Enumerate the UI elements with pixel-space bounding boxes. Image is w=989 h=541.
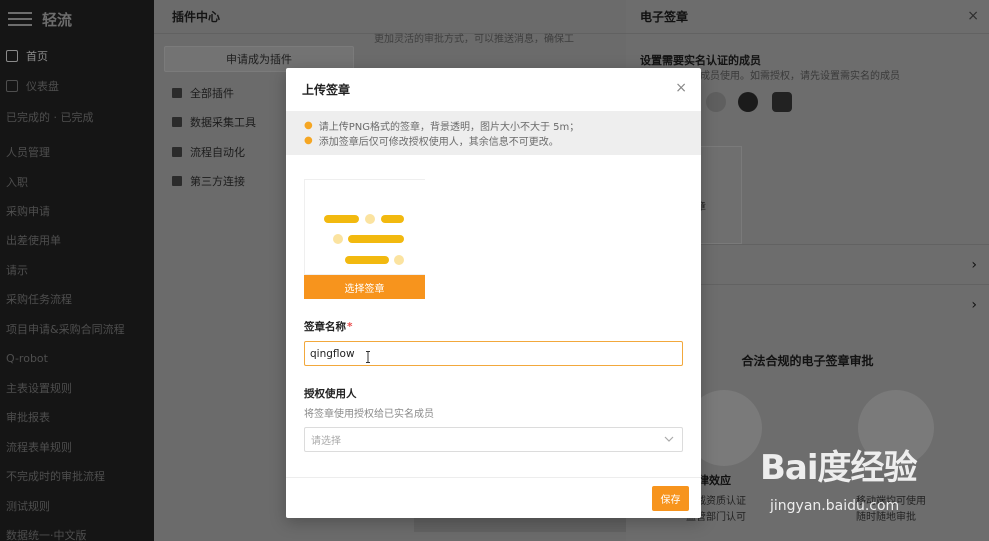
link-icon [172, 176, 182, 186]
notice-line: ● 添加签章后仅可修改授权使用人，其余信息不可更改。 [304, 135, 559, 148]
avatar[interactable] [772, 92, 792, 112]
home-icon [6, 50, 18, 62]
sidebar-item[interactable]: 人员管理 [6, 143, 50, 161]
close-icon[interactable]: × [675, 80, 687, 96]
dashboard-icon [6, 80, 18, 92]
sidebar-item-home[interactable]: 首页 [6, 47, 48, 65]
sidebar-item[interactable]: Q-robot [6, 349, 48, 367]
sidebar-item[interactable]: 采购任务流程 [6, 290, 72, 308]
watermark-site: jingyan.baidu.com [770, 498, 900, 514]
esign-title: 电子签章 [626, 0, 989, 34]
text-cursor-icon [366, 351, 370, 363]
watermark-brand: Bai度经验 [760, 448, 918, 488]
sidebar-item[interactable]: 数据统一·中文版 [6, 526, 87, 541]
members-title: 设置需要实名认证的成员 [640, 54, 761, 67]
select-placeholder: 请选择 [311, 436, 341, 447]
table-icon [172, 117, 182, 127]
category-all[interactable]: 全部插件 [172, 84, 234, 102]
dialog-title: 上传签章 [302, 82, 351, 97]
seal-name-label: 签章名称* [304, 321, 353, 333]
dialog-footer: 保存 [286, 477, 701, 518]
sidebar-item[interactable]: 不完成时的审批流程 [6, 467, 105, 485]
seal-preview[interactable] [304, 179, 425, 275]
plugin-center-title: 插件中心 [154, 0, 626, 34]
bullet-icon: ● [304, 120, 313, 131]
sidebar-item[interactable]: 项目申请&采购合同流程 [6, 320, 125, 338]
auth-user-label: 授权使用人 [304, 388, 357, 400]
app-name: 轻流 [42, 10, 73, 29]
close-icon[interactable]: × [967, 8, 979, 24]
sidebar-item[interactable]: 已完成的 · 已完成 [6, 108, 94, 126]
required-mark: * [347, 321, 353, 333]
plugin-description: 更加灵活的审批方式，可以推送消息，确保工 [374, 34, 574, 45]
chevron-down-icon [664, 436, 674, 442]
menu-icon[interactable] [8, 12, 32, 26]
auth-user-select[interactable]: 请选择 [304, 427, 683, 452]
notice-line: ● 请上传PNG格式的签章，背景透明，图片大小不大于 5m； [304, 120, 580, 133]
sidebar-item[interactable]: 出差使用单 [6, 231, 61, 249]
upload-notice: ● 请上传PNG格式的签章，背景透明，图片大小不大于 5m； ● 添加签章后仅可修改… [286, 111, 701, 155]
category-automation[interactable]: 流程自动化 [172, 143, 245, 161]
upload-seal-dialog: 上传签章 × ● 请上传PNG格式的签章，背景透明，图片大小不大于 5m； ● 添加… [286, 68, 701, 518]
avatar[interactable] [706, 92, 726, 112]
grid-icon [172, 88, 182, 98]
auth-user-hint: 将签章使用授权给已实名成员 [304, 409, 434, 420]
choose-seal-button[interactable]: 选择签章 [304, 275, 425, 299]
sidebar-item[interactable]: 主表设置规则 [6, 379, 72, 397]
sidebar-item[interactable]: 仪表盘 [6, 77, 59, 95]
chevron-right-icon: › [971, 257, 977, 273]
baidu-watermark: Bai度经验 jingyan.baidu.com [760, 430, 989, 530]
app-logo[interactable]: 轻流 [8, 9, 72, 29]
sidebar-item[interactable]: 请示 [6, 261, 28, 279]
sidebar-item[interactable]: 审批报表 [6, 408, 50, 426]
bullet-icon: ● [304, 135, 313, 146]
sidebar-item[interactable]: 测试规则 [6, 497, 50, 515]
sidebar-item[interactable]: 采购申请 [6, 202, 50, 220]
save-button[interactable]: 保存 [652, 486, 689, 511]
flow-icon [172, 147, 182, 157]
category-data-collection[interactable]: 数据采集工具 [172, 113, 256, 131]
sidebar-item[interactable]: 流程表单规则 [6, 438, 72, 456]
avatar[interactable] [738, 92, 758, 112]
category-third-party[interactable]: 第三方连接 [172, 172, 245, 190]
seal-name-input[interactable] [304, 341, 683, 366]
sidebar-item[interactable]: 入职 [6, 173, 28, 191]
chevron-right-icon: › [971, 297, 977, 313]
app-sidebar: 轻流 首页 仪表盘 已完成的 · 已完成 人员管理 入职 采购申请 出差使用单 … [0, 0, 154, 541]
